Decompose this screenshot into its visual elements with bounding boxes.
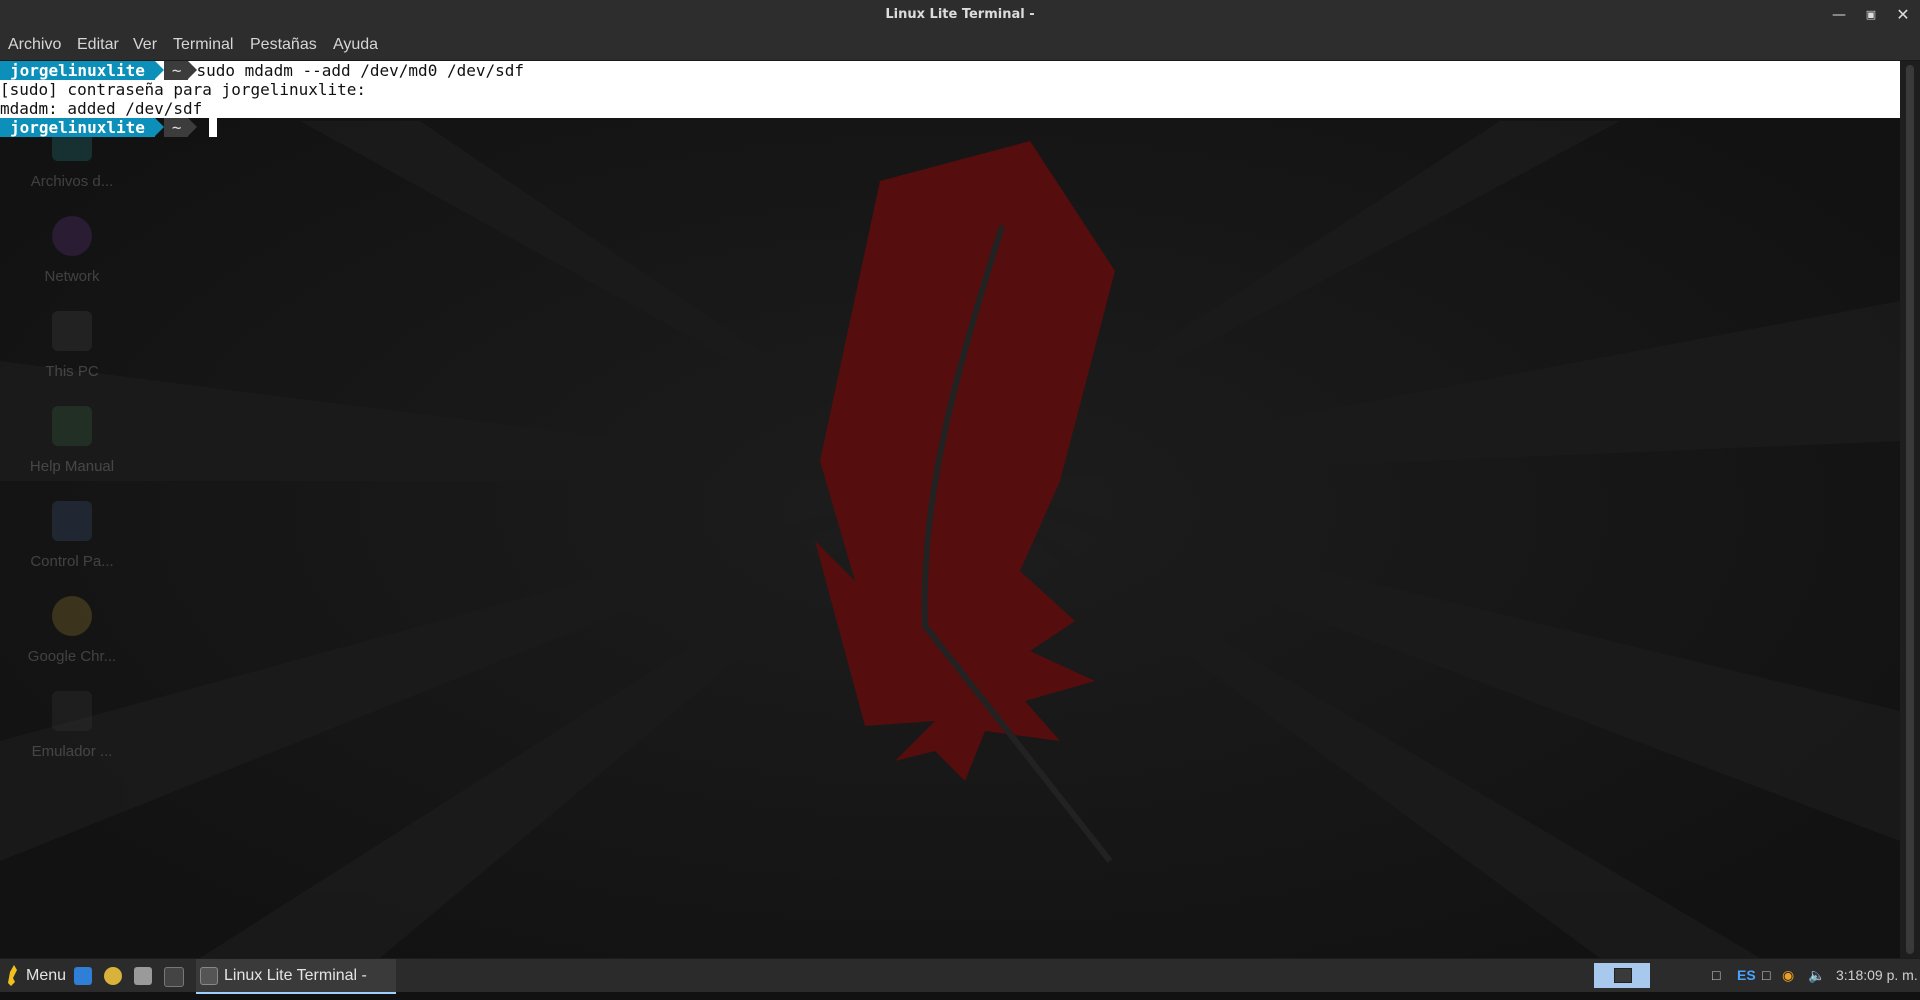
menu-ver[interactable]: Ver	[133, 30, 157, 60]
update-tray-icon[interactable]: ◉	[1782, 959, 1794, 992]
wallpaper-feather	[0, 61, 1900, 958]
terminal-launcher-icon[interactable]	[164, 967, 184, 987]
scrollbar-thumb[interactable]	[1906, 65, 1914, 954]
prompt-dir: ~	[163, 61, 188, 80]
terminal-output-line: [sudo] contraseña para jorgelinuxlite:	[0, 80, 367, 99]
menu-bar: Archivo Editar Ver Terminal Pestañas Ayu…	[0, 30, 1920, 61]
minimize-button[interactable]: —	[1828, 4, 1850, 26]
desktop-icon-label: Control Pa...	[30, 553, 114, 570]
prompt-dir: ~	[163, 118, 188, 137]
window-titlebar[interactable]: Linux Lite Terminal - — ▣ ✕	[0, 0, 1920, 30]
display-tray-icon[interactable]: □	[1762, 959, 1776, 992]
desktop-icon-label: This PC	[45, 363, 99, 380]
computer-icon	[52, 311, 92, 351]
help-manual-icon	[52, 406, 92, 446]
terminal-area[interactable]: Archivos d... Network This PC Help Manua…	[0, 61, 1900, 958]
terminal-emulator-icon	[52, 691, 92, 731]
menu-archivo[interactable]: Archivo	[8, 30, 61, 60]
network-globe-icon	[52, 216, 92, 256]
desktop-icon-label: Emulador ...	[31, 743, 113, 760]
workspace-switcher[interactable]	[1594, 963, 1650, 988]
prompt-user: jorgelinuxlite	[0, 118, 155, 137]
desktop-icon-terminal-emulator[interactable]: Emulador ...	[20, 691, 124, 760]
menu-terminal[interactable]: Terminal	[173, 30, 233, 60]
menu-editar[interactable]: Editar	[77, 30, 119, 60]
control-panel-icon	[52, 501, 92, 541]
terminal-output-line: mdadm: added /dev/sdf	[0, 99, 203, 118]
taskbar-task-label: Linux Lite Terminal -	[224, 967, 367, 984]
terminal-line-prompt: jorgelinuxlite ~	[0, 118, 217, 137]
workspace-window-icon	[1614, 968, 1632, 983]
desktop-icon-this-pc[interactable]: This PC	[20, 311, 124, 380]
prompt-separator-icon	[187, 61, 197, 79]
keyboard-layout-indicator[interactable]: ES	[1737, 959, 1756, 992]
prompt-separator-icon	[154, 61, 164, 79]
desktop-icon-label: Network	[44, 268, 100, 285]
desktop-icon-label: Archivos d...	[30, 173, 114, 190]
desktop-icon-label: Help Manual	[29, 458, 115, 475]
menu-ayuda[interactable]: Ayuda	[333, 30, 378, 60]
desktop-icon-network[interactable]: Network	[20, 216, 124, 285]
chrome-launcher-icon[interactable]	[104, 967, 122, 985]
desktop-icon-control-panel[interactable]: Control Pa...	[20, 501, 124, 570]
terminal-task-icon	[200, 967, 218, 985]
clock[interactable]: 3:18:09 p. m.	[1836, 959, 1918, 992]
network-tray-icon[interactable]: □	[1712, 959, 1726, 992]
prompt-separator-icon	[187, 118, 197, 136]
maximize-button[interactable]: ▣	[1860, 4, 1882, 26]
window-title: Linux Lite Terminal -	[885, 7, 1035, 22]
prompt-user: jorgelinuxlite	[0, 61, 155, 80]
show-desktop-icon[interactable]	[74, 967, 92, 985]
menu-pestanas[interactable]: Pestañas	[250, 30, 317, 60]
taskbar: Menu Linux Lite Terminal - □ ES □ ◉ 🔈 3:…	[0, 958, 1920, 994]
desktop-icon-chrome[interactable]: Google Chr...	[20, 596, 124, 665]
terminal-command: sudo mdadm --add /dev/md0 /dev/sdf	[196, 61, 525, 80]
file-manager-icon[interactable]	[134, 967, 152, 985]
desktop-icon-label: Google Chr...	[27, 648, 117, 665]
start-menu-button[interactable]: Menu	[26, 959, 66, 992]
terminal-cursor	[208, 118, 217, 137]
prompt-separator-icon	[154, 118, 164, 136]
chrome-icon	[52, 596, 92, 636]
desktop-icon-help-manual[interactable]: Help Manual	[20, 406, 124, 475]
close-button[interactable]: ✕	[1892, 4, 1914, 26]
terminal-line-command: jorgelinuxlite ~ sudo mdadm --add /dev/md0…	[0, 61, 524, 80]
terminal-scrollbar[interactable]	[1900, 61, 1920, 958]
menu-feather-icon[interactable]	[6, 959, 20, 992]
taskbar-task-terminal[interactable]: Linux Lite Terminal -	[196, 959, 396, 994]
volume-icon[interactable]: 🔈	[1808, 959, 1825, 992]
